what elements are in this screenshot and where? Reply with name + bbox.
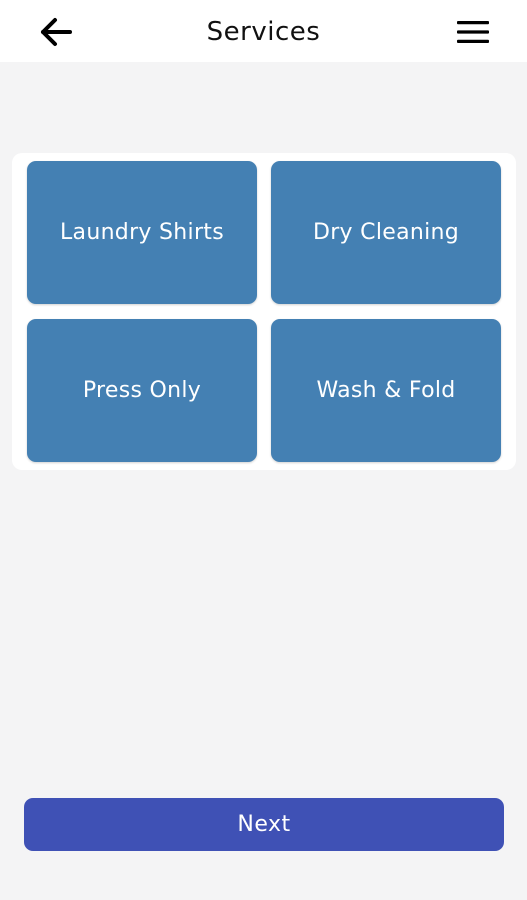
next-button-label: Next <box>237 812 291 837</box>
service-tile-wash-fold[interactable]: Wash & Fold <box>271 319 501 462</box>
app-header: Services <box>0 0 527 62</box>
service-label: Press Only <box>82 378 202 403</box>
service-label: Dry Cleaning <box>312 220 460 245</box>
services-card: Laundry Shirts Dry Cleaning Press Only W… <box>12 153 516 470</box>
hamburger-menu-icon <box>457 21 489 43</box>
menu-button[interactable] <box>452 14 494 50</box>
page-title: Services <box>206 17 321 47</box>
service-tile-laundry-shirts[interactable]: Laundry Shirts <box>27 161 257 304</box>
next-button[interactable]: Next <box>24 798 504 851</box>
service-label: Laundry Shirts <box>59 220 224 245</box>
service-label: Wash & Fold <box>316 378 456 403</box>
service-tile-dry-cleaning[interactable]: Dry Cleaning <box>271 161 501 304</box>
service-tile-press-only[interactable]: Press Only <box>27 319 257 462</box>
